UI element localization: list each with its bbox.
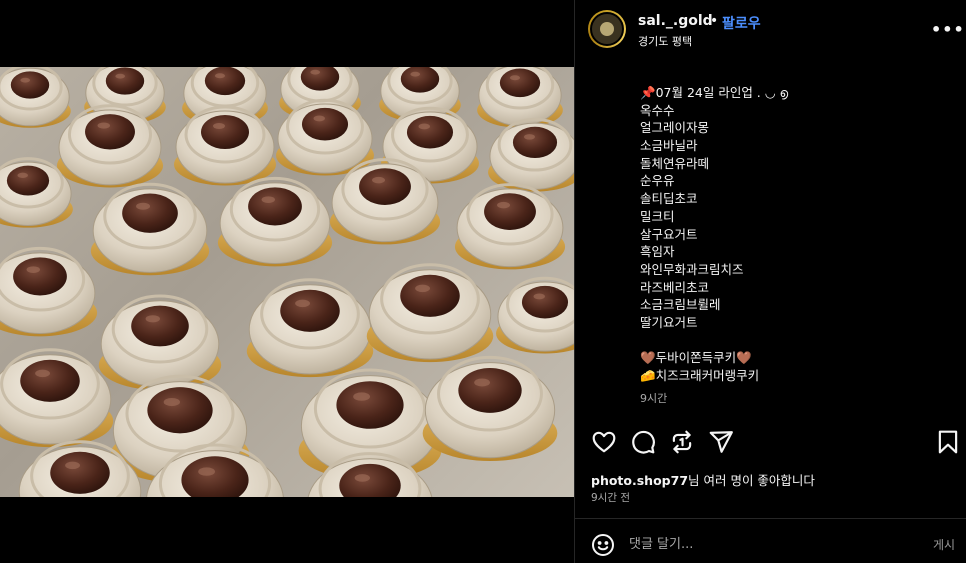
- meringue-cookie: [477, 67, 563, 128]
- likes-summary[interactable]: photo.shop77님 여러 명이 좋아합니다: [591, 470, 815, 489]
- repost-icon[interactable]: [669, 429, 695, 455]
- caption-line: 흑임자: [640, 244, 675, 260]
- comment-icon[interactable]: [630, 429, 656, 455]
- comment-bar: 게시: [575, 518, 966, 563]
- caption-line: 얼그레이자몽: [640, 120, 710, 136]
- meringue-cookie: [422, 355, 558, 462]
- avatar[interactable]: [588, 10, 626, 48]
- caption-line: 옥수수: [640, 102, 675, 118]
- caption-line: 돌체연유라떼: [640, 155, 710, 171]
- post-caption: 📌07월 24일 라인업 . ◡ ൭ 옥수수얼그레이자몽소금바닐라 돌체연유라떼순우…: [640, 84, 940, 385]
- caption-line: 소금크림브륄레: [640, 297, 721, 313]
- likes-text: 님 여러 명이 좋아합니다: [688, 473, 815, 488]
- meringue-cookie: [488, 117, 574, 192]
- caption-line: 딸기요거트: [640, 314, 698, 330]
- bookmark-icon[interactable]: [935, 429, 961, 455]
- caption-line: 소금바닐라: [640, 138, 698, 154]
- caption-line: 솔티딥초코: [640, 191, 698, 207]
- post-photo[interactable]: [0, 67, 574, 497]
- heart-icon[interactable]: [591, 429, 617, 455]
- caption-line: 순우유: [640, 173, 675, 189]
- posted-time: 9시간 전: [591, 492, 630, 504]
- avatar-image: [590, 12, 624, 46]
- caption-line: 📌07월 24일 라인업 . ◡ ൭: [640, 85, 789, 100]
- location-link[interactable]: 경기도 평택: [638, 33, 692, 49]
- cookie-photo-illustration: [0, 67, 574, 497]
- meringue-cookie: [366, 263, 494, 363]
- meringue-cookie: [0, 348, 114, 448]
- meringue-cookie: [217, 176, 333, 267]
- action-bar: [575, 424, 966, 460]
- caption-line: 와인무화과크림치즈: [640, 261, 744, 277]
- meringue-cookie: [246, 278, 374, 378]
- caption-line: 🧀치즈크래커머랭쿠키: [640, 368, 760, 383]
- separator-dot: •: [710, 13, 719, 29]
- caption-line: 밀크티: [640, 208, 675, 224]
- caption-line: 살구요거트: [640, 226, 698, 242]
- smiley-icon[interactable]: [591, 533, 615, 557]
- caption-line: 라즈베리초코: [640, 279, 710, 295]
- meringue-cookie: [98, 294, 222, 391]
- post-comment-button[interactable]: 게시: [933, 536, 955, 553]
- post-header: sal._.gold • 팔로우 경기도 평택 •••: [575, 0, 966, 62]
- caption-time: 9시간: [640, 392, 668, 405]
- liker-username[interactable]: photo.shop77: [591, 473, 688, 488]
- post-details-panel: sal._.gold • 팔로우 경기도 평택 ••• 📌07월 24일 라인업…: [574, 0, 966, 563]
- media-panel: [0, 0, 574, 563]
- meringue-cookie: [90, 182, 210, 276]
- username-link[interactable]: sal._.gold: [638, 13, 713, 29]
- meringue-cookie: [0, 246, 98, 337]
- more-options-icon[interactable]: •••: [931, 20, 965, 39]
- meringue-cookie: [0, 67, 71, 128]
- meringue-cookie: [174, 105, 276, 186]
- meringue-cookie: [454, 183, 566, 270]
- caption-line: 🤎두바이쫀득쿠키🤎: [640, 350, 752, 366]
- share-icon[interactable]: [708, 429, 734, 455]
- meringue-cookie: [496, 276, 574, 354]
- follow-button[interactable]: 팔로우: [722, 13, 761, 33]
- comment-input[interactable]: [629, 533, 899, 555]
